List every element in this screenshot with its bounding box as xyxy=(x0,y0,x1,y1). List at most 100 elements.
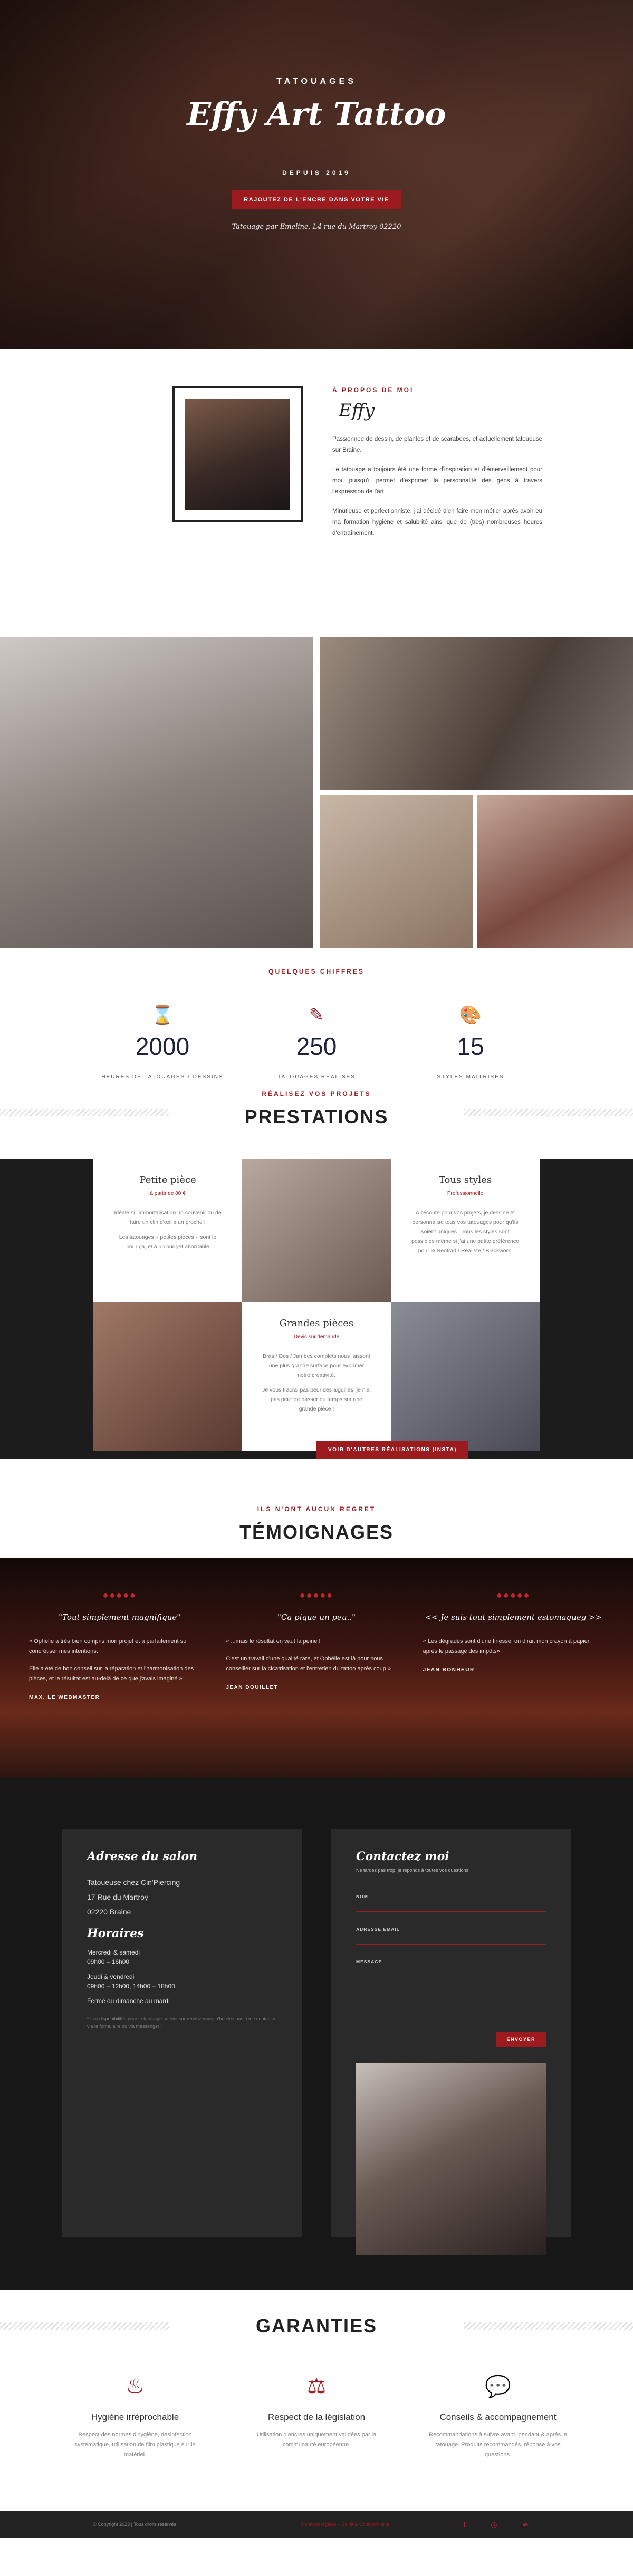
testimonial-text: « Ophélie a très bien compris mon projet… xyxy=(29,1638,187,1655)
hatch-decoration xyxy=(0,1109,169,1116)
guarantees-section: GARANTIES ♨ Hygiène irréprochable Respec… xyxy=(0,2290,633,2511)
hygiene-icon: ♨ xyxy=(126,2375,145,2398)
hours-line: 09h00 – 16h00 xyxy=(87,1958,130,1966)
testimonials-kicker: ILS N'ONT AUCUN REGRET xyxy=(257,1505,376,1513)
testimonial-text: C'est un travail d'une qualité rare, et … xyxy=(226,1656,391,1672)
card-tous-styles: Tous styles Professionnelle À l'écoute p… xyxy=(391,1159,540,1302)
email-field[interactable]: ADRESSE EMAIL xyxy=(356,1927,546,1945)
name-field[interactable]: NOM xyxy=(356,1894,546,1912)
about-signature: Effy xyxy=(339,400,375,421)
social-icons[interactable]: f ◎ ≋ xyxy=(463,2520,540,2529)
guarantee-advice: 💬 Conseils & accompagnement Recommandati… xyxy=(407,2374,589,2460)
gallery-image-rose[interactable] xyxy=(477,795,633,948)
testimonial-card: ●●●●● "Ca pique un peu.." « ...mais le r… xyxy=(218,1590,415,1778)
hours-line: 09h00 – 12h00, 14h00 – 18h00 xyxy=(87,1982,175,1990)
testimonial-quote: "Ca pique un peu.." xyxy=(277,1612,356,1622)
form-title: Contactez moi xyxy=(356,1850,449,1863)
testimonials-band: ●●●●● "Tout simplement magnifique" « Oph… xyxy=(0,1558,633,1778)
stat-tattoos: ✎ 250 TATOUAGES RÉALISÉS xyxy=(239,1005,394,1094)
hero-title: Effy Art Tattoo xyxy=(187,96,446,133)
testimonial-card: ●●●●● "Tout simplement magnifique" « Oph… xyxy=(21,1590,218,1778)
guarantee-text: Utilisation d'encres uniquement validées… xyxy=(256,2432,377,2448)
portrait-photo xyxy=(185,399,290,510)
address-title: Adresse du salon xyxy=(87,1850,198,1863)
card-text: À l'écoute pour vos projets, je dessine … xyxy=(411,1210,519,1254)
tattoo-machine-icon: ✎ xyxy=(309,1005,324,1025)
gallery-section xyxy=(0,637,633,953)
card-price: à partir de 80 € xyxy=(150,1191,186,1197)
email-input[interactable] xyxy=(356,1937,546,1945)
scales-icon: ⚖ xyxy=(307,2375,326,2398)
testimonial-text: « ...mais le résultat en vaut la peine ! xyxy=(226,1638,321,1645)
guarantee-title: Hygiène irréprochable xyxy=(91,2412,179,2422)
prestation-image-back xyxy=(242,1159,391,1302)
card-petite-piece: Petite pièce à partir de 80 € Idéale si … xyxy=(93,1159,242,1302)
stat-value: 15 xyxy=(457,1033,484,1060)
footer: © Copyright 2023 | Tous droits réservés … xyxy=(0,2511,633,2538)
card-subtitle: Devis sur demande xyxy=(293,1334,340,1340)
portrait-frame xyxy=(172,386,303,522)
testimonial-author: MAX, LE WEBMASTER xyxy=(29,1695,100,1700)
contact-form-card: Contactez moi Ne tardez pas trop, je rép… xyxy=(331,1829,571,2255)
hatch-decoration xyxy=(464,2322,633,2330)
testimonial-text: « Les dégradés sont d'une finesse, on di… xyxy=(423,1638,590,1655)
message-input[interactable] xyxy=(356,1970,546,2017)
address-line: Tatoueuse chez Cin'Piercing xyxy=(87,1878,180,1887)
about-paragraph: Minutieuse et perfectionniste, j'ai déci… xyxy=(332,508,542,537)
prestation-image-shoulder xyxy=(93,1302,242,1451)
card-title: Petite pièce xyxy=(139,1174,196,1185)
testimonial-quote: "Tout simplement magnifique" xyxy=(59,1612,181,1622)
address-card: Adresse du salon Tatoueuse chez Cin'Pier… xyxy=(62,1829,302,2237)
prestations-title: PRESTATIONS xyxy=(244,1106,389,1127)
stats-title: QUELQUES CHIFFRES xyxy=(268,968,365,975)
testimonial-quote: << Je suis tout simplement estomaqueg >> xyxy=(425,1612,602,1622)
hourglass-icon: ⌛ xyxy=(151,1005,174,1025)
testimonials-section: ILS N'ONT AUCUN REGRET TÉMOIGNAGES ●●●●●… xyxy=(0,1505,633,1778)
about-kicker: À PROPOS DE MOI xyxy=(332,386,414,394)
prestations-section: RÉALISEZ VOS PROJETS PRESTATIONS Petite … xyxy=(0,1090,633,1459)
gallery-image-arm[interactable] xyxy=(320,795,473,948)
field-label: NOM xyxy=(356,1894,368,1899)
gallery-image-geisha[interactable] xyxy=(0,637,313,948)
hours-line: Jeudi & vendredi xyxy=(87,1973,135,1980)
about-paragraph: Le tatouage a toujours été une forme d'i… xyxy=(332,466,542,495)
card-text: Les tatouages « petites pièces » sont le… xyxy=(119,1234,217,1250)
guarantee-title: Conseils & accompagnement xyxy=(439,2412,557,2422)
testimonials-title: TÉMOIGNAGES xyxy=(239,1521,394,1543)
hours-line: Mercredi & samedi xyxy=(87,1949,140,1956)
gallery-image-eye[interactable] xyxy=(320,637,633,790)
guarantee-law: ⚖ Respect de la législation Utilisation … xyxy=(226,2374,407,2460)
booking-note: * Les disponibilités pour le tatouage se… xyxy=(87,2016,276,2029)
hours-line: Fermé du dimanche au mardi xyxy=(87,1997,170,2005)
field-label: ADRESSE EMAIL xyxy=(356,1927,400,1932)
testimonial-card: ●●●●● << Je suis tout simplement estomaq… xyxy=(415,1590,612,1778)
hatch-decoration xyxy=(0,2322,169,2330)
hero-section: TATOUAGES Effy Art Tattoo DEPUIS 2019 RA… xyxy=(0,0,633,349)
hero-since: DEPUIS 2019 xyxy=(282,169,351,177)
chat-icon: 💬 xyxy=(485,2375,511,2398)
guarantee-hygiene: ♨ Hygiène irréprochable Respect des norm… xyxy=(44,2374,226,2460)
tattooing-photo xyxy=(356,2063,546,2255)
testimonial-text: Elle a été de bon conseil sur la réparat… xyxy=(29,1666,194,1682)
address-line: 02220 Braine xyxy=(87,1908,131,1916)
hero-cta-button[interactable]: RAJOUTEZ DE L'ENCRE DANS VOTRE VIE xyxy=(232,190,401,209)
stat-styles: 🎨 15 STYLES MAÎTRISÉS xyxy=(394,1005,548,1094)
card-text: Idéale si l'immortalisation un souvenir … xyxy=(114,1210,222,1226)
hatch-decoration xyxy=(464,1109,633,1116)
prestations-grid: Petite pièce à partir de 80 € Idéale si … xyxy=(0,1159,633,1459)
hero-caption: Tatouage par Emeline, L4 rue du Martroy … xyxy=(232,223,401,231)
form-subtitle: Ne tardez pas trop, je réponds à toutes … xyxy=(356,1868,469,1873)
guarantee-title: Respect de la législation xyxy=(267,2412,366,2422)
guarantee-text: Respect des normes d'hygiène, désinfecti… xyxy=(74,2432,196,2458)
about-section: À PROPOS DE MOI Effy Passionnée de dessi… xyxy=(0,349,633,639)
prestations-kicker: RÉALISEZ VOS PROJETS xyxy=(262,1090,371,1097)
submit-button[interactable]: ENVOYER xyxy=(496,2032,546,2047)
insta-button[interactable]: VOIR D'AUTRES RÉALISATIONS (INSTA) xyxy=(316,1441,469,1459)
message-field[interactable]: MESSAGE xyxy=(356,1959,546,2017)
about-paragraph: Passionnée de dessin, de plantes et de s… xyxy=(332,436,542,453)
rating-stars: ●●●●● xyxy=(299,1590,334,1600)
prestation-image-castle xyxy=(391,1302,540,1451)
name-input[interactable] xyxy=(356,1904,546,1912)
address-line: 17 Rue du Martroy xyxy=(87,1893,148,1901)
legal-links[interactable]: Mentions légales – Sel fit & Confidentia… xyxy=(301,2522,389,2527)
